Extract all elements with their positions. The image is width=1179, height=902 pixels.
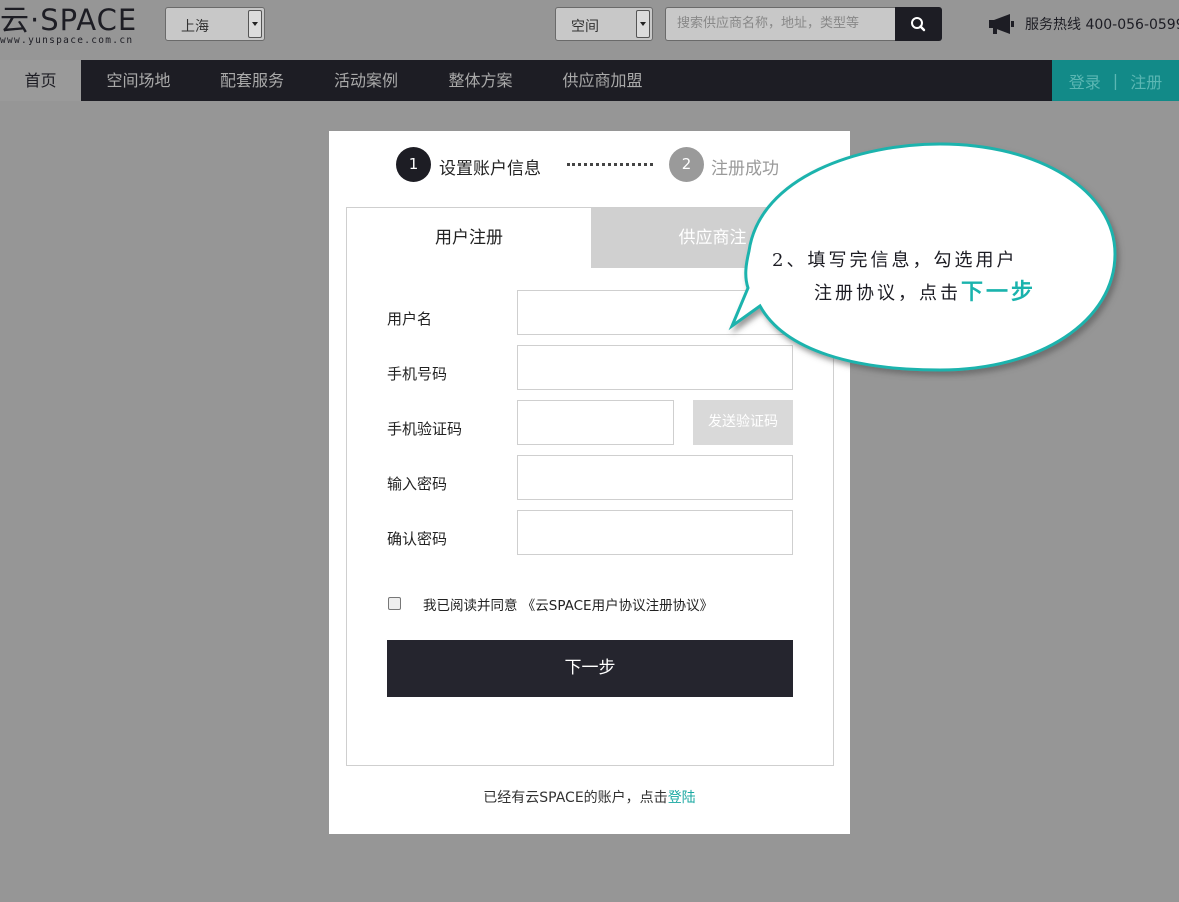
- nav-item-home[interactable]: 首页: [0, 60, 81, 101]
- send-sms-button[interactable]: 发送验证码: [693, 400, 793, 445]
- step-2-number: 2: [669, 147, 704, 182]
- nav-item-cases[interactable]: 活动案例: [308, 60, 424, 101]
- tab-user-register[interactable]: 用户注册: [347, 208, 591, 268]
- nav-item-services[interactable]: 配套服务: [196, 60, 308, 101]
- agreement-text[interactable]: 我已阅读并同意 《云SPACE用户协议注册协议》: [423, 594, 713, 614]
- search-input[interactable]: 搜索供应商名称，地址，类型等: [665, 7, 897, 41]
- callout-highlight: 下一步: [961, 279, 1037, 305]
- agreement-checkbox[interactable]: [388, 597, 401, 610]
- instruction-callout: 2、填写完信息，勾选用户 注册协议，点击下一步: [720, 136, 1140, 381]
- hotline-text: 服务热线 400-056-0599: [1025, 17, 1179, 33]
- password-label: 输入密码: [387, 475, 448, 493]
- confirm-password-input[interactable]: [517, 510, 793, 555]
- existing-account-line: 已经有云SPACE的账户，点击登陆: [329, 787, 850, 807]
- search-icon: [911, 17, 926, 32]
- space-type-select-value: 空间: [571, 19, 599, 35]
- top-header: 云·SPACE www.yunspace.com.cn 上海 空间 搜索供应商名…: [0, 0, 1179, 60]
- existing-account-text: 已经有云SPACE的账户，点击: [483, 790, 668, 806]
- city-select-value: 上海: [181, 19, 209, 35]
- nav-item-solutions[interactable]: 整体方案: [424, 60, 537, 101]
- logo-main-text: 云·SPACE: [0, 3, 138, 37]
- space-type-select[interactable]: 空间: [555, 7, 653, 41]
- confirm-password-label: 确认密码: [387, 530, 448, 548]
- nav-item-supplier-join[interactable]: 供应商加盟: [537, 60, 668, 101]
- megaphone-icon: [989, 14, 1014, 34]
- logo-url-text: www.yunspace.com.cn: [0, 35, 134, 46]
- next-step-button[interactable]: 下一步: [387, 640, 793, 697]
- nav-item-venues[interactable]: 空间场地: [81, 60, 196, 101]
- callout-line-2-prefix: 注册协议，点击: [814, 283, 961, 304]
- callout-line-1: 2、填写完信息，勾选用户: [772, 250, 1018, 271]
- step-divider: [567, 163, 653, 166]
- footer-login-link[interactable]: 登陆: [668, 790, 696, 806]
- chevron-down-icon[interactable]: [636, 10, 650, 38]
- sms-code-label: 手机验证码: [387, 420, 463, 438]
- site-logo[interactable]: 云·SPACE www.yunspace.com.cn: [0, 2, 137, 46]
- auth-links: 登录 | 注册: [1052, 60, 1179, 101]
- login-link[interactable]: 登录: [1069, 69, 1101, 93]
- sms-code-input[interactable]: [517, 400, 674, 445]
- step-1-label: 设置账户信息: [439, 159, 541, 179]
- password-input[interactable]: [517, 455, 793, 500]
- username-label: 用户名: [387, 310, 433, 328]
- city-select[interactable]: 上海: [165, 7, 265, 41]
- register-link[interactable]: 注册: [1130, 69, 1162, 93]
- step-1-number: 1: [396, 147, 431, 182]
- main-nav: 首页 空间场地 配套服务 活动案例 整体方案 供应商加盟 登录 | 注册: [0, 60, 1179, 101]
- search-button[interactable]: [895, 7, 942, 41]
- auth-separator: |: [1112, 71, 1119, 90]
- callout-line-2: 注册协议，点击下一步: [814, 274, 1036, 306]
- service-hotline: 服务热线 400-056-0599: [988, 12, 1179, 36]
- phone-label: 手机号码: [387, 365, 448, 383]
- chevron-down-icon[interactable]: [248, 10, 262, 38]
